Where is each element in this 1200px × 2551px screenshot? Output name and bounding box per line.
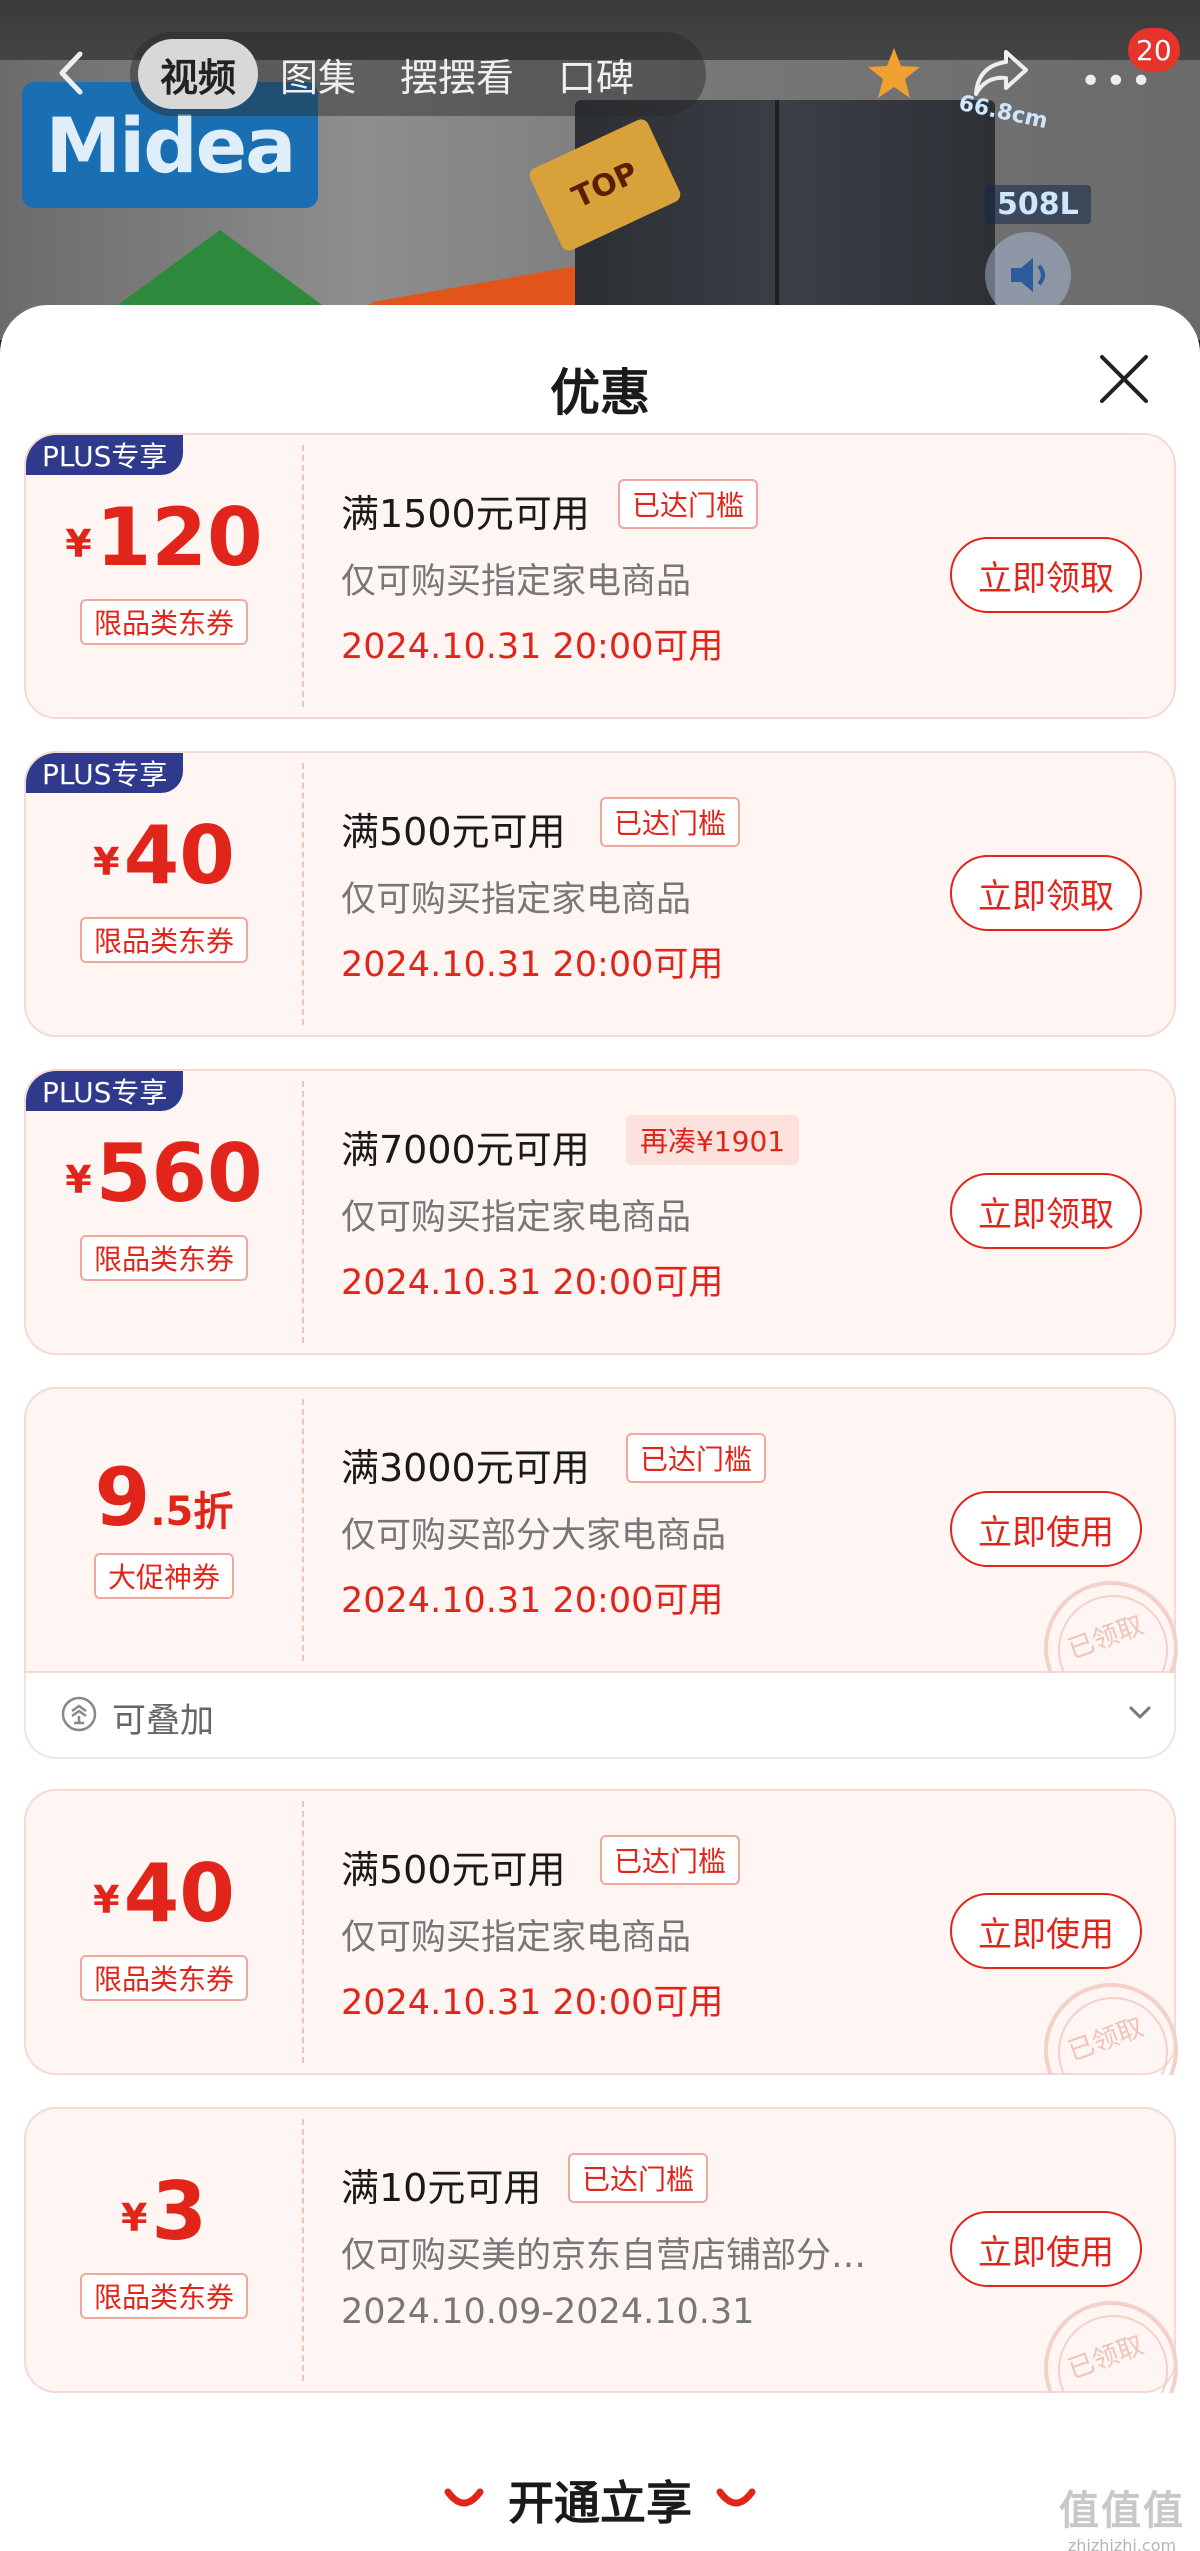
plus-exclusive-tag: PLUS专享 [26,435,184,475]
coupon-card: PLUS专享 ¥120 限品类东券 满1500元可用 已达门槛 仅可购买指定家电… [24,433,1176,719]
share-button[interactable] [968,42,1032,106]
claim-button[interactable]: 立即领取 [950,537,1142,613]
media-tabs: 视频 图集 摆摆看 口碑 [130,32,706,116]
coupon-divider [302,2119,304,2381]
use-button[interactable]: 立即使用 [950,1893,1142,1969]
tab-video[interactable]: 视频 [138,39,259,109]
coupon-kind-tag: 限品类东券 [79,599,249,645]
coupon-scope: 仅可购买指定家电商品 [341,880,692,920]
coupon-value-area: ¥3 限品类东券 [26,2109,302,2391]
chevron-left-icon [59,51,83,95]
star-icon [868,48,920,98]
coupon-card: PLUS专享 ¥560 限品类东券 满7000元可用 再凑¥1901 仅可购买指… [24,1069,1176,1355]
use-button[interactable]: 立即使用 [950,1491,1142,1567]
coupon-scope: 仅可购买部分大家电商品 [341,1516,727,1556]
claimed-stamp: 已领取 [1036,1573,1186,1673]
coupon-scope: 仅可购买指定家电商品 [341,1198,692,1238]
coupon-sheet: 优惠 PLUS专享 ¥120 限品类东券 满1500元可用 已达门槛 仅可购买指… [0,305,1200,2551]
coupon-threshold: 满10元可用 [341,2166,542,2210]
coupon-card: 9.5折 大促神券 满3000元可用 已达门槛 仅可购买部分大家电商品 2024… [24,1387,1178,1673]
sheet-title: 优惠 [550,364,650,422]
cta-label: 开通立享 [508,2476,692,2530]
coupon-discount: 9.5折 [94,1451,234,1544]
tab-try-place[interactable]: 摆摆看 [378,39,536,109]
site-watermark: 值值值 zhizhizhi.com [1052,2478,1192,2551]
stackable-row[interactable]: 可叠加 [24,1673,1176,1759]
stack-icon [61,1696,97,1732]
coupon-value-area: 9.5折 大促神券 [26,1389,302,1671]
more-dots-icon: ••• [1080,61,1156,102]
share-icon [974,50,1028,96]
coupon-amount: ¥3 [120,2165,208,2258]
stackable-label: 可叠加 [112,1701,214,1741]
threshold-status-tag: 已达门槛 [568,2153,709,2203]
close-icon [1100,355,1148,403]
coupon-kind-tag: 限品类东券 [79,917,249,963]
message-count-badge: 20 [1128,28,1180,72]
open-membership-cta[interactable]: 开通立享 [0,2460,1200,2540]
coupon-date: 2024.10.31 20:00可用 [341,1983,724,2023]
coupon-amount: ¥40 [93,809,235,902]
smile-left-icon [444,2488,484,2507]
coupon-date: 2024.10.31 20:00可用 [341,1263,724,1303]
threshold-status-tag: 已达门槛 [618,479,759,529]
coupon-divider [302,763,304,1025]
threshold-status-tag: 已达门槛 [600,1835,741,1885]
smile-right-icon [716,2488,756,2507]
tab-gallery[interactable]: 图集 [258,39,378,109]
coupon-date: 2024.10.31 20:00可用 [341,945,724,985]
use-button[interactable]: 立即使用 [950,2211,1142,2287]
coupon-divider [302,1399,304,1661]
coupon-card: ¥3 限品类东券 满10元可用 已达门槛 仅可购买美的京东自营店铺部分… 202… [24,2107,1178,2393]
claimed-stamp: 已领取 [1036,1975,1186,2075]
gap-amount-tag: 再凑¥1901 [626,1115,800,1165]
claimed-stamp: 已领取 [1036,2293,1186,2393]
back-button[interactable] [48,48,98,98]
coupon-date: 2024.10.31 20:00可用 [341,627,724,667]
coupon-value-area: PLUS专享 ¥560 限品类东券 [26,1071,302,1353]
coupon-scope: 仅可购买指定家电商品 [341,1918,692,1958]
threshold-status-tag: 已达门槛 [600,797,741,847]
coupon-value-area: ¥40 限品类东券 [26,1791,302,2073]
coupon-kind-tag: 限品类东券 [79,2273,249,2319]
coupon-divider [302,1801,304,2063]
coupon-divider [302,445,304,707]
coupon-card: ¥40 限品类东券 满500元可用 已达门槛 仅可购买指定家电商品 2024.1… [24,1789,1178,2075]
coupon-value-area: PLUS专享 ¥120 限品类东券 [26,435,302,717]
plus-exclusive-tag: PLUS专享 [26,753,184,793]
coupon-card: PLUS专享 ¥40 限品类东券 满500元可用 已达门槛 仅可购买指定家电商品… [24,751,1176,1037]
watermark-url: zhizhizhi.com [1067,2536,1177,2551]
coupon-threshold: 满500元可用 [341,1848,566,1892]
coupon-date: 2024.10.09-2024.10.31 [341,2292,755,2332]
coupon-threshold: 满500元可用 [341,810,566,854]
coupon-threshold: 满3000元可用 [341,1446,590,1490]
coupon-divider [302,1081,304,1343]
coupon-threshold: 满1500元可用 [341,492,590,536]
chevron-down-icon [1129,1706,1151,1719]
capacity-label: 508L [985,185,1091,224]
close-button[interactable] [1096,351,1152,407]
coupon-amount: ¥40 [93,1847,235,1940]
coupon-amount: ¥120 [65,491,263,584]
claim-button[interactable]: 立即领取 [950,1173,1142,1249]
top-nav: 视频 图集 摆摆看 口碑 ••• 20 [0,28,1200,118]
coupon-amount: ¥560 [65,1127,263,1220]
coupon-kind-tag: 限品类东券 [79,1955,249,2001]
favorite-button[interactable] [862,42,926,106]
watermark-logo: 值值值 [1059,2488,1185,2534]
coupon-kind-tag: 大促神券 [93,1553,235,1599]
coupon-kind-tag: 限品类东券 [79,1235,249,1281]
threshold-status-tag: 已达门槛 [626,1433,767,1483]
coupon-threshold: 满7000元可用 [341,1128,590,1172]
coupon-scope: 仅可购买指定家电商品 [341,562,692,602]
claim-button[interactable]: 立即领取 [950,855,1142,931]
speaker-icon [1011,258,1045,292]
coupon-scope: 仅可购买美的京东自营店铺部分… [341,2236,867,2276]
coupon-value-area: PLUS专享 ¥40 限品类东券 [26,753,302,1035]
coupon-date: 2024.10.31 20:00可用 [341,1581,724,1621]
plus-exclusive-tag: PLUS专享 [26,1071,184,1111]
tab-reviews[interactable]: 口碑 [536,39,656,109]
